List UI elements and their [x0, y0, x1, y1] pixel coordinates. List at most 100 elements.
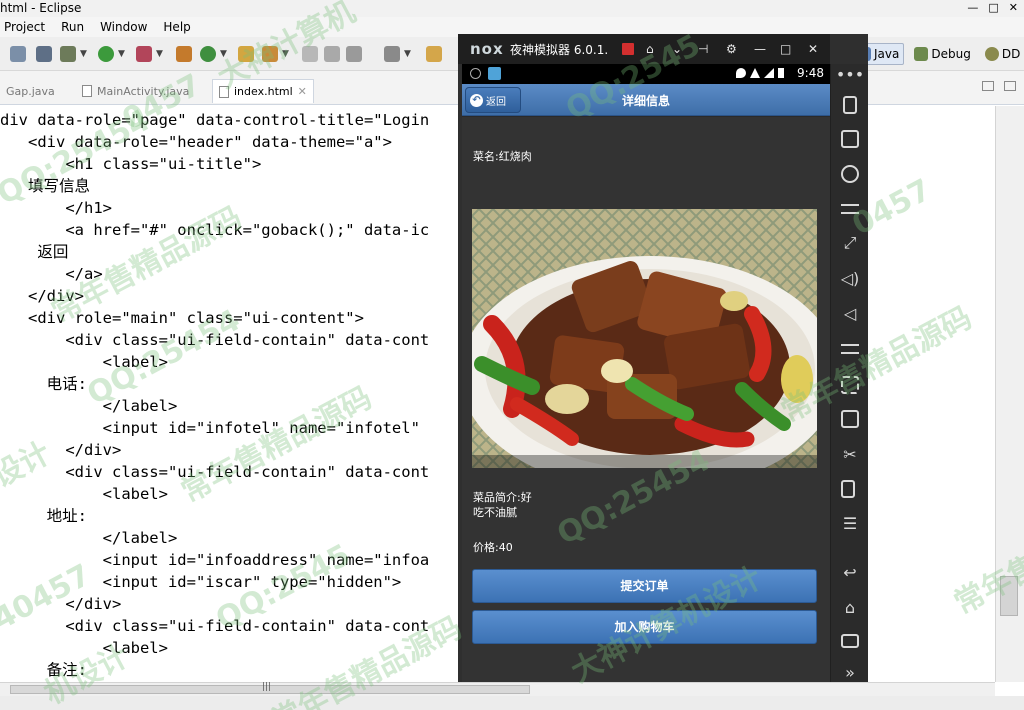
search-dropdown-icon[interactable]: ▼	[282, 46, 289, 62]
tab-index-html[interactable]: index.html ✕	[212, 79, 314, 103]
code-line: </h1>	[0, 199, 112, 217]
run-dropdown-icon[interactable]: ▼	[118, 46, 125, 62]
new-class-icon[interactable]	[200, 46, 216, 62]
debug-perspective-button[interactable]: Debug	[910, 43, 974, 65]
scroll-grip-icon: |||	[262, 682, 272, 692]
nox-alert-icon[interactable]	[622, 43, 634, 55]
menu-icon[interactable]: ☰	[831, 515, 869, 533]
nox-maximize-icon[interactable]: □	[780, 41, 791, 57]
code-line: </label>	[0, 397, 178, 415]
volume-up-icon[interactable]: ◁)	[831, 270, 869, 288]
location-pin-icon[interactable]	[841, 165, 859, 183]
ddms-perspective-icon	[984, 47, 999, 61]
android-status-bar: 9:48	[462, 64, 830, 84]
external-tools-icon[interactable]	[136, 46, 152, 62]
avd-manager-icon[interactable]	[36, 46, 52, 62]
add-to-cart-button[interactable]: 加入购物车	[472, 610, 817, 644]
code-line: <div class="ui-field-contain" data-cont	[0, 331, 430, 349]
nox-settings-icon[interactable]: ⚙	[726, 41, 737, 57]
debug-icon[interactable]	[60, 46, 76, 62]
page-title: 详细信息	[621, 94, 670, 108]
shake-icon[interactable]	[843, 96, 857, 114]
recent-apps-icon[interactable]	[841, 634, 859, 648]
volume-down-icon[interactable]: ◁	[831, 305, 869, 323]
android-back-icon[interactable]: ↩	[831, 564, 869, 582]
dish-photo	[472, 209, 817, 468]
tab-gap-java[interactable]: Gap.java	[0, 79, 61, 103]
minimize-button[interactable]: —	[967, 0, 978, 16]
debug-dropdown-icon[interactable]: ▼	[80, 46, 87, 62]
new-package-icon[interactable]	[176, 46, 192, 62]
java-perspective-label: Java	[874, 47, 900, 61]
code-line: <input id="infotel" name="infotel"	[0, 419, 420, 437]
back-navigation-icon[interactable]	[426, 46, 442, 62]
app-header: ↶ 返回 详细信息	[462, 84, 830, 116]
code-line: <label>	[0, 639, 168, 657]
tab-label: index.html	[234, 85, 293, 98]
tab-mainactivity-java[interactable]: MainActivity.java	[76, 79, 195, 103]
keyboard-icon[interactable]	[841, 204, 859, 214]
nox-pin-icon[interactable]: ⊣	[698, 41, 708, 57]
close-button[interactable]: ✕	[1009, 0, 1018, 16]
maximize-button[interactable]: □	[988, 0, 998, 16]
external-tools-dropdown-icon[interactable]: ▼	[156, 46, 163, 62]
code-line: </div>	[0, 595, 122, 613]
nox-minimize-icon[interactable]: —	[754, 41, 766, 57]
robot-icon[interactable]	[841, 130, 859, 148]
menu-project[interactable]: Project	[4, 17, 45, 37]
code-line: 电话:	[0, 375, 87, 393]
editor-view-controls	[982, 81, 1016, 91]
open-folder-icon[interactable]	[238, 46, 254, 62]
show-whitespace-icon[interactable]	[324, 46, 340, 62]
run-icon[interactable]	[98, 46, 114, 62]
next-annotation-icon[interactable]	[384, 46, 400, 62]
dish-price: 价格:40	[473, 541, 513, 554]
code-line: <div class="ui-field-contain" data-cont	[0, 617, 430, 635]
code-line: </div>	[0, 287, 84, 305]
code-line: <input id="iscar" type="hidden">	[0, 573, 402, 591]
menu-help[interactable]: Help	[163, 17, 190, 37]
nox-close-icon[interactable]: ✕	[808, 41, 818, 57]
code-line: 地址:	[0, 507, 87, 525]
submit-order-button[interactable]: 提交订单	[472, 569, 817, 603]
apk-install-icon[interactable]	[841, 410, 859, 428]
dish-intro-line-2: 吃不油腻	[473, 506, 517, 519]
block-selection-icon[interactable]	[346, 46, 362, 62]
horizontal-scrollbar[interactable]: |||	[0, 682, 995, 696]
code-line: 备注:	[0, 661, 87, 679]
code-line: </label>	[0, 529, 178, 547]
vertical-scrollbar[interactable]	[995, 106, 1024, 682]
search-icon[interactable]	[262, 46, 278, 62]
code-line: </div>	[0, 441, 122, 459]
screenshot-icon[interactable]	[841, 344, 859, 354]
vertical-scroll-thumb[interactable]	[1000, 576, 1018, 616]
menu-window[interactable]: Window	[100, 17, 147, 37]
dish-name: 菜名:红烧肉	[473, 150, 532, 163]
ddms-perspective-button[interactable]: DD	[981, 43, 1024, 65]
menu-run[interactable]: Run	[61, 17, 84, 37]
window-controls: — □ ✕	[967, 0, 1018, 16]
code-line: <label>	[0, 485, 168, 503]
close-tab-icon[interactable]: ✕	[298, 85, 307, 98]
nox-home-icon[interactable]: ⌂	[646, 41, 654, 57]
code-line: 返回	[0, 243, 69, 261]
maximize-editor-icon[interactable]	[1004, 81, 1016, 91]
next-annotation-dropdown-icon[interactable]: ▼	[404, 46, 411, 62]
new-class-dropdown-icon[interactable]: ▼	[220, 46, 227, 62]
code-line: </a>	[0, 265, 103, 283]
more-options-icon[interactable]: •••	[831, 66, 869, 84]
java-file-icon	[82, 85, 92, 97]
minimize-editor-icon[interactable]	[982, 81, 994, 91]
scissors-icon[interactable]: ✂	[831, 446, 869, 464]
record-icon[interactable]	[841, 376, 859, 394]
sdk-manager-icon[interactable]	[10, 46, 26, 62]
multi-instance-icon[interactable]	[841, 480, 855, 498]
expand-sidebar-icon[interactable]: »	[831, 664, 869, 682]
fullscreen-icon[interactable]: ⤢	[831, 234, 869, 252]
nox-dropdown-icon[interactable]: ⌄	[672, 41, 682, 57]
toggle-mark-icon[interactable]	[302, 46, 318, 62]
android-home-icon[interactable]: ⌂	[831, 599, 869, 617]
battery-icon	[778, 68, 784, 78]
nox-logo: nox	[470, 40, 504, 58]
signal-icon	[764, 68, 774, 78]
